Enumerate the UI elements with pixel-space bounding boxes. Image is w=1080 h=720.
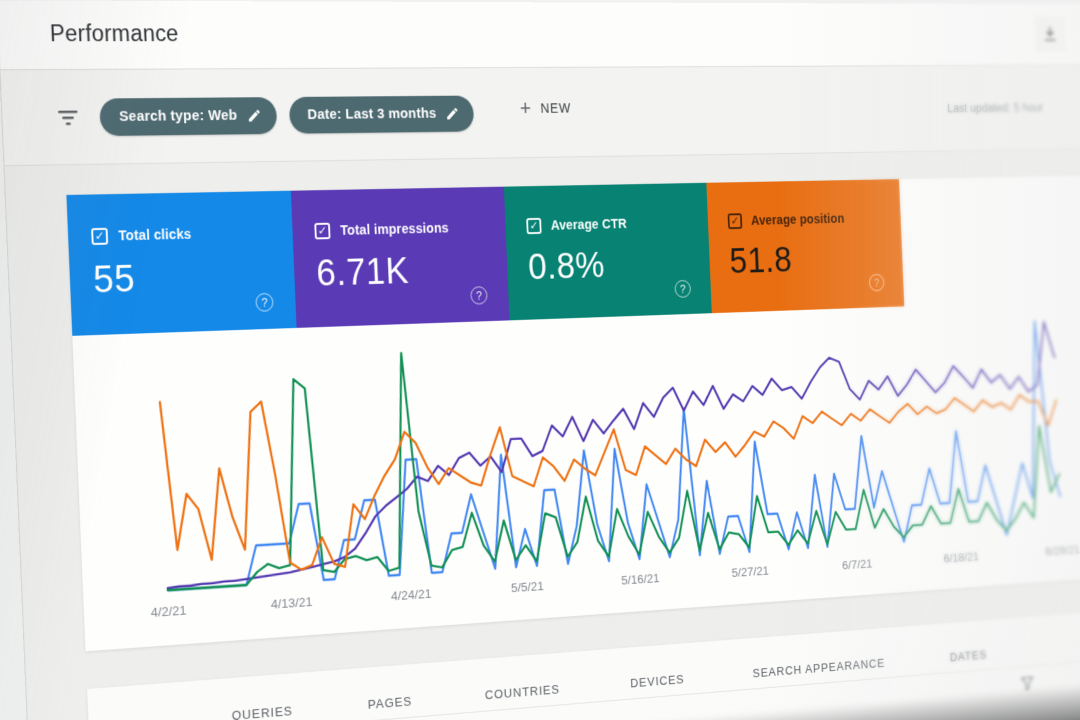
header: Performance — [0, 0, 1080, 71]
metric-label: Average CTR — [550, 215, 628, 233]
series-line-ctr — [158, 328, 1062, 591]
new-filter-button[interactable]: + NEW — [514, 96, 576, 120]
last-updated-text: Last updated: 5 hour — [947, 100, 1044, 115]
search-console-window: Performance Search type: Web Date: Last 3… — [0, 0, 1080, 720]
download-icon — [1041, 24, 1059, 43]
chip-label: Date: Last 3 months — [307, 106, 437, 123]
help-icon[interactable]: ? — [868, 273, 885, 292]
checkbox-checked-icon[interactable]: ✓ — [727, 212, 743, 229]
tab-pages[interactable]: PAGES — [367, 685, 413, 720]
metric-card-clicks[interactable]: ✓ Total clicks 55? — [66, 190, 297, 336]
help-icon[interactable]: ? — [674, 279, 692, 298]
metric-card-ctr[interactable]: ✓ Average CTR 0.8%? — [503, 182, 712, 321]
help-icon[interactable]: ? — [470, 286, 488, 305]
tab-search-appearance[interactable]: SEARCH APPEARANCE — [752, 648, 886, 689]
x-axis-tick-label: 4/24/21 — [391, 586, 432, 603]
x-axis-tick-label: 6/18/21 — [943, 549, 979, 565]
tab-devices[interactable]: DEVICES — [630, 664, 685, 699]
checkbox-checked-icon[interactable]: ✓ — [526, 217, 542, 234]
metric-label: Average position — [750, 210, 845, 228]
funnel-icon — [1020, 676, 1034, 691]
page-title: Performance — [49, 20, 180, 47]
metric-label: Total clicks — [118, 225, 192, 244]
x-axis-tick-label: 4/2/21 — [150, 603, 186, 620]
metric-value: 55 — [92, 258, 136, 301]
pencil-icon — [446, 107, 458, 120]
download-button[interactable] — [1034, 16, 1066, 52]
checkbox-checked-icon[interactable]: ✓ — [91, 227, 109, 245]
filter-chips: Search type: Web Date: Last 3 months — [99, 95, 475, 137]
filter-list-icon[interactable] — [57, 108, 81, 128]
performance-card: ✓ Total clicks 55? ✓ Total impressions 6.71K?… — [66, 175, 1080, 652]
tab-queries[interactable]: QUERIES — [231, 695, 293, 720]
filter-chip[interactable]: Date: Last 3 months — [288, 95, 475, 134]
x-axis-tick-label: 5/5/21 — [511, 579, 544, 595]
metric-value: 51.8 — [728, 240, 793, 281]
plus-icon: + — [519, 96, 532, 120]
table-filter-button[interactable] — [1016, 675, 1040, 696]
photo-frame: Performance Search type: Web Date: Last 3… — [0, 0, 1080, 720]
metric-card-impressions[interactable]: ✓ Total impressions 6.71K? — [290, 186, 510, 328]
chip-label: Search type: Web — [118, 108, 238, 125]
new-filter-label: NEW — [540, 100, 572, 116]
x-axis-tick-label: 4/13/21 — [271, 594, 313, 611]
metric-label: Total impressions — [339, 219, 449, 238]
checkbox-checked-icon[interactable]: ✓ — [314, 222, 331, 239]
metric-card-position[interactable]: ✓ Average position 51.8? — [706, 179, 905, 314]
metric-value: 0.8% — [527, 245, 606, 288]
performance-chart: 4/2/21 4/13/21 4/24/21 5/5/21 5/16/21 5/27/21… — [72, 299, 1080, 652]
help-icon[interactable]: ? — [255, 292, 274, 312]
x-axis-tick-label: 5/27/21 — [731, 563, 769, 579]
x-axis-tick-label: 6/7/21 — [842, 556, 873, 572]
pencil-icon — [248, 109, 260, 122]
metric-value: 6.71K — [315, 250, 410, 294]
line-chart: 4/2/21 4/13/21 4/24/21 5/5/21 5/16/21 5/27/21… — [150, 299, 1080, 620]
x-axis-tick-label: 5/16/21 — [621, 571, 660, 588]
tab-dates[interactable]: DATES — [949, 640, 988, 672]
filter-chip[interactable]: Search type: Web — [99, 97, 278, 137]
tab-countries[interactable]: COUNTRIES — [484, 674, 560, 711]
filter-toolbar: Search type: Web Date: Last 3 months + NE… — [0, 65, 1080, 167]
x-axis-tick-label: 6/29/21 — [1045, 543, 1080, 559]
